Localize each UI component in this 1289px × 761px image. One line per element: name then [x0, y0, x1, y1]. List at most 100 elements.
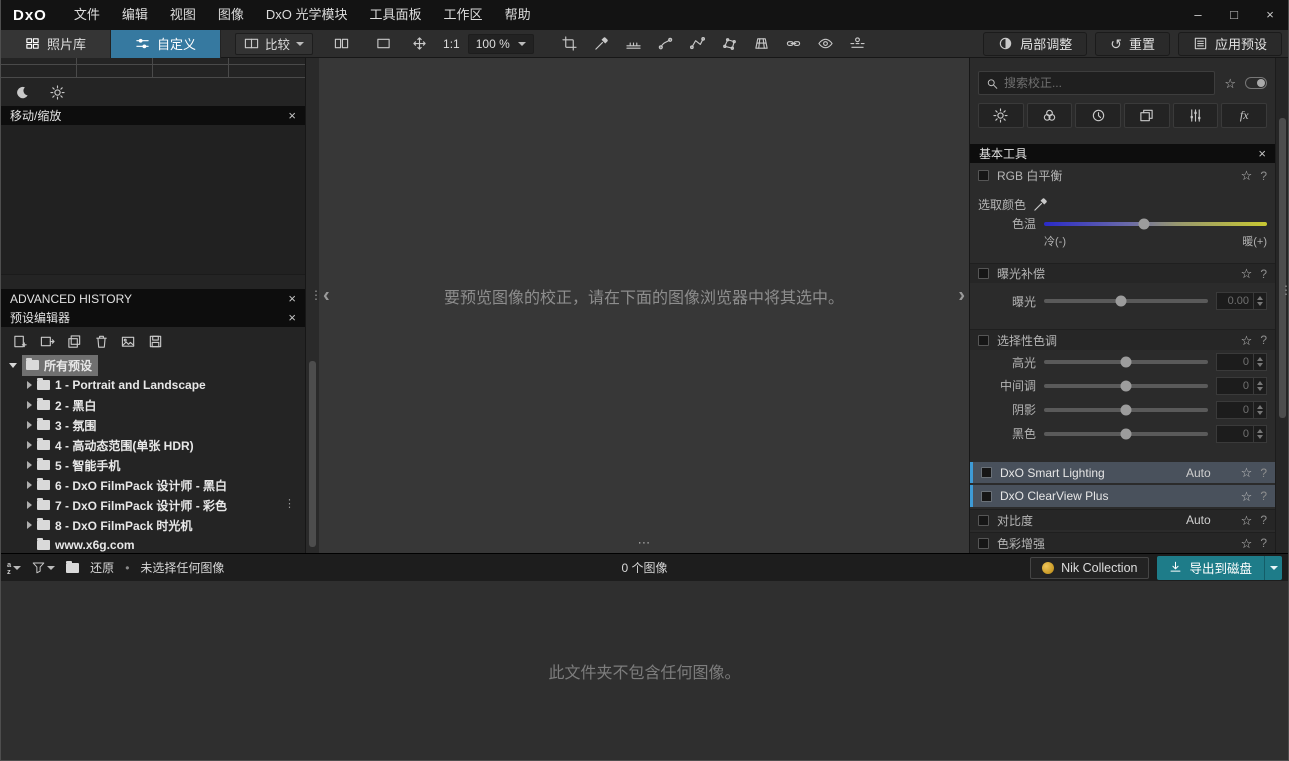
show-corrections-button[interactable] [814, 33, 838, 55]
caret-right-icon[interactable] [27, 461, 32, 469]
help-icon[interactable]: ? [1260, 536, 1267, 550]
close-icon[interactable]: × [288, 109, 296, 122]
tree-item[interactable]: 4 - 高动态范围(单张 HDR) [1, 435, 305, 455]
caret-right-icon[interactable] [27, 501, 32, 509]
attach-tool-button[interactable] [782, 33, 806, 55]
favorite-star-icon[interactable]: ☆ [1241, 514, 1253, 527]
favorites-filter-icon[interactable]: ☆ [1224, 77, 1236, 90]
tree-item[interactable]: 6 - DxO FilmPack 设计师 - 黑白 [1, 475, 305, 495]
collapse-right-panel-icon[interactable]: › [958, 284, 965, 307]
contrast-row[interactable]: 对比度 Auto ☆ ? [970, 509, 1275, 531]
sun-icon[interactable] [50, 84, 65, 100]
caret-right-icon[interactable] [27, 381, 32, 389]
sort-order-button[interactable]: az [7, 560, 22, 575]
midtones-value-box[interactable]: 0 [1216, 376, 1254, 395]
help-icon[interactable]: ? [1260, 333, 1267, 347]
splitter-grip-icon[interactable]: ⋮ [1280, 283, 1288, 297]
compare-button[interactable]: 比较 [235, 32, 314, 55]
blacks-value-box[interactable]: 0 [1216, 424, 1254, 443]
tab-photo-library[interactable]: 照片库 [1, 29, 112, 58]
caret-right-icon[interactable] [27, 521, 32, 529]
close-icon[interactable]: × [288, 311, 296, 324]
help-icon[interactable]: ? [1260, 267, 1267, 281]
panel-grip-icon[interactable]: ⋮ [284, 497, 295, 510]
step-down-icon[interactable] [1257, 302, 1263, 307]
right-scrollbar[interactable]: ⋮ [1275, 58, 1288, 553]
smart-lighting-row[interactable]: DxO Smart Lighting Auto ☆ ? [970, 461, 1275, 484]
favorite-star-icon[interactable]: ☆ [1241, 334, 1253, 347]
eyedropper-icon[interactable] [1033, 197, 1048, 212]
duplicate-preset-icon[interactable] [67, 334, 82, 349]
clearview-row[interactable]: DxO ClearView Plus ☆ ? [970, 485, 1275, 508]
caret-right-icon[interactable] [27, 441, 32, 449]
shadows-stepper[interactable] [1254, 400, 1267, 419]
category-color-button[interactable] [1026, 103, 1073, 128]
smart-lighting-checkbox[interactable] [981, 467, 992, 478]
category-mixer-button[interactable] [1172, 103, 1219, 128]
tree-item[interactable]: 2 - 黑白 [1, 395, 305, 415]
close-button[interactable]: × [1252, 0, 1288, 30]
step-up-icon[interactable] [1257, 296, 1263, 301]
clearview-checkbox[interactable] [981, 490, 992, 502]
temperature-slider-track[interactable] [1044, 218, 1267, 230]
menu-image[interactable]: 图像 [207, 0, 255, 30]
filter-button[interactable] [32, 561, 56, 574]
favorite-star-icon[interactable]: ☆ [1241, 267, 1253, 280]
perspective-tool-button[interactable] [750, 33, 774, 55]
menu-workspace[interactable]: 工作区 [433, 0, 494, 30]
white-balance-checkbox[interactable] [978, 170, 989, 182]
favorite-star-icon[interactable]: ☆ [1241, 466, 1253, 479]
help-icon[interactable]: ? [1260, 169, 1267, 183]
category-light-button[interactable] [978, 103, 1024, 128]
shadows-slider-track[interactable] [1044, 404, 1208, 416]
help-icon[interactable]: ? [1260, 513, 1267, 527]
close-icon[interactable]: × [288, 292, 296, 305]
category-fx-button[interactable]: fx [1221, 103, 1268, 128]
caret-down-icon[interactable] [9, 362, 17, 368]
preset-from-image-icon[interactable] [121, 334, 136, 349]
midtones-slider-track[interactable] [1044, 380, 1208, 392]
shadows-value-box[interactable]: 0 [1216, 400, 1254, 419]
highlights-slider-thumb[interactable] [1120, 356, 1132, 368]
save-preset-icon[interactable] [148, 334, 163, 349]
collapse-left-panel-icon[interactable]: ‹ [323, 284, 330, 307]
help-icon[interactable]: ? [1260, 489, 1267, 503]
restore-label[interactable]: 还原 [90, 559, 114, 576]
export-preset-icon[interactable] [40, 334, 55, 349]
category-detail-button[interactable] [1075, 103, 1122, 128]
left-splitter[interactable]: ⋮ [306, 58, 322, 553]
blacks-slider-track[interactable] [1044, 428, 1208, 440]
tree-item[interactable]: 7 - DxO FilmPack 设计师 - 彩色 [1, 495, 305, 515]
browser-splitter-grip-icon[interactable]: ⋯ [638, 535, 651, 551]
control-point-button[interactable] [654, 33, 678, 55]
pan-button[interactable] [407, 33, 431, 55]
blacks-stepper[interactable] [1254, 424, 1267, 443]
favorite-star-icon[interactable]: ☆ [1241, 490, 1253, 503]
tree-item[interactable]: 8 - DxO FilmPack 时光机 [1, 515, 305, 535]
contrast-checkbox[interactable] [978, 514, 989, 526]
highlights-value-box[interactable]: 0 [1216, 353, 1254, 372]
apply-preset-button[interactable]: 应用预设 [1177, 31, 1282, 56]
control-line-button[interactable] [686, 33, 710, 55]
reset-button[interactable]: ↺ 重置 [1095, 31, 1170, 56]
delete-preset-icon[interactable] [94, 334, 109, 349]
exposure-checkbox[interactable] [978, 268, 989, 280]
midtones-stepper[interactable] [1254, 376, 1267, 395]
temperature-slider-thumb[interactable] [1138, 218, 1150, 230]
mask-opacity-button[interactable] [846, 33, 870, 55]
nik-collection-button[interactable]: Nik Collection [1030, 556, 1150, 579]
moon-icon[interactable] [15, 85, 30, 100]
close-icon[interactable]: × [1258, 147, 1266, 160]
zoom-level-select[interactable]: 100 % [467, 33, 534, 54]
tree-item[interactable]: www.x6g.com [1, 535, 305, 553]
highlights-stepper[interactable] [1254, 353, 1267, 372]
favorite-star-icon[interactable]: ☆ [1241, 169, 1253, 182]
search-box[interactable] [978, 71, 1216, 95]
tab-customize[interactable]: 自定义 [111, 29, 222, 58]
midtones-slider-thumb[interactable] [1120, 380, 1132, 392]
color-enhance-checkbox[interactable] [978, 537, 989, 549]
menu-file[interactable]: 文件 [63, 0, 111, 30]
highlights-slider-track[interactable] [1044, 356, 1208, 368]
export-main-section[interactable]: 导出到磁盘 [1157, 555, 1264, 580]
polygon-tool-button[interactable] [718, 33, 742, 55]
